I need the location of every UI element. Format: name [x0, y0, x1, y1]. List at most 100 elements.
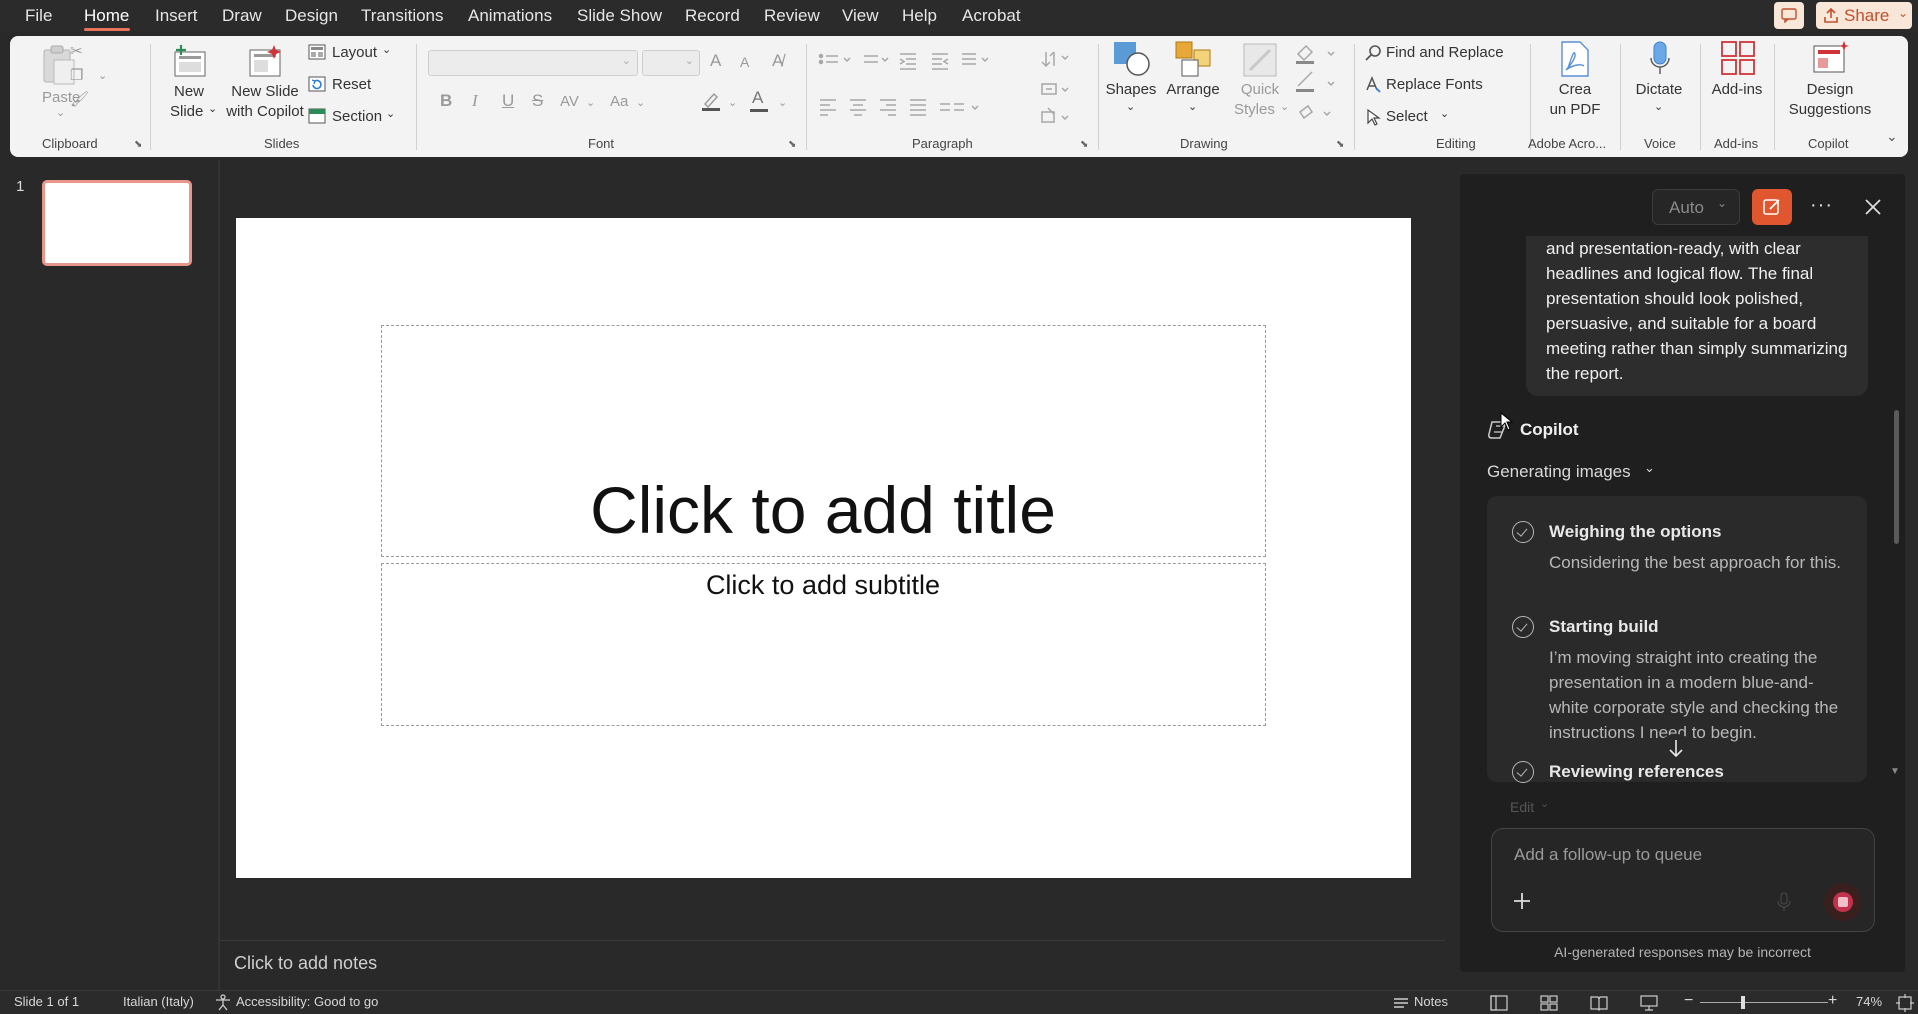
paragraph-controls[interactable] — [816, 50, 1066, 120]
menu-view[interactable]: View — [842, 6, 879, 26]
font-name-select[interactable]: ⌄ — [428, 50, 638, 76]
dictate-button[interactable]: Dictate ⌄ — [1624, 40, 1694, 126]
plus-icon[interactable] — [1512, 891, 1532, 911]
strikethrough-icon[interactable]: S — [532, 91, 543, 111]
follow-up-input-box[interactable]: Add a follow-up to queue — [1491, 828, 1875, 932]
accessibility-status[interactable]: Accessibility: Good to go — [236, 994, 378, 1009]
menu-record[interactable]: Record — [685, 6, 740, 26]
chevron-down-icon[interactable]: ⌄ — [728, 96, 737, 109]
stop-generating-button[interactable] — [1824, 883, 1862, 921]
chevron-down-icon: ⌄ — [386, 108, 396, 120]
dialog-launcher-icon[interactable]: ⬊ — [1336, 139, 1344, 150]
chevron-down-icon: ⌄ — [382, 44, 392, 56]
add-ins-button[interactable]: Add-ins — [1704, 40, 1770, 126]
zoom-level[interactable]: 74% — [1856, 994, 1882, 1009]
find-and-replace-button[interactable]: Find and Replace — [1364, 42, 1524, 64]
replace-fonts-button[interactable]: Replace Fonts — [1364, 74, 1524, 96]
slide-thumbnail[interactable] — [42, 180, 192, 266]
reading-view-icon[interactable] — [1590, 995, 1608, 1011]
slide-sorter-icon[interactable] — [1540, 995, 1558, 1011]
chevron-down-icon[interactable]: ⌄ — [1540, 797, 1549, 810]
chevron-down-icon[interactable]: ⌄ — [586, 96, 595, 109]
menu-file[interactable]: File — [25, 6, 52, 26]
chevron-down-icon[interactable]: ⌄ — [98, 68, 107, 84]
underline-icon[interactable]: U — [502, 91, 514, 111]
normal-view-icon[interactable] — [1490, 995, 1508, 1011]
format-painter-icon[interactable]: 🖌 — [70, 92, 89, 108]
notes-toggle[interactable]: Notes — [1414, 994, 1448, 1009]
bold-icon[interactable]: B — [440, 91, 452, 111]
grow-font-icon[interactable]: A — [710, 51, 721, 71]
more-options-icon[interactable]: ··· — [1810, 194, 1833, 217]
shape-format-controls[interactable] — [1294, 42, 1344, 128]
zoom-in-icon[interactable]: + — [1828, 992, 1837, 1010]
arrange-button[interactable]: Arrange ⌄ — [1162, 40, 1224, 126]
font-color-icon[interactable]: A — [752, 88, 763, 108]
italic-icon[interactable]: I — [472, 91, 478, 111]
mode-select[interactable]: Auto ⌄ — [1652, 189, 1740, 225]
new-chat-button[interactable] — [1752, 189, 1792, 225]
subtitle-placeholder[interactable]: Click to add subtitle — [381, 563, 1266, 726]
zoom-slider-track[interactable] — [1700, 1002, 1828, 1003]
dialog-launcher-icon[interactable]: ⬊ — [1080, 139, 1088, 150]
edit-label[interactable]: Edit — [1510, 799, 1534, 815]
quick-styles-button[interactable]: Quick Styles ⌄ — [1228, 40, 1292, 126]
paste-button[interactable]: Paste ⌄ — [26, 42, 96, 126]
menu-review[interactable]: Review — [764, 6, 820, 26]
scroll-down-arrow-icon[interactable]: ▼ — [1890, 766, 1900, 777]
chevron-down-icon[interactable]: ⌄ — [636, 96, 645, 109]
menu-design[interactable]: Design — [285, 6, 338, 26]
section-button[interactable]: Section ⌄ — [306, 106, 406, 128]
slide-canvas[interactable]: Click to add title Click to add subtitle — [236, 218, 1411, 878]
follow-up-input[interactable]: Add a follow-up to queue — [1514, 845, 1702, 865]
comments-button[interactable] — [1774, 2, 1804, 29]
share-button[interactable]: Share ⌄ — [1816, 2, 1912, 29]
menu-animations[interactable]: Animations — [468, 6, 552, 26]
notes-pane[interactable]: Click to add notes — [220, 940, 1445, 990]
highlight-icon[interactable] — [700, 90, 722, 112]
change-case-icon[interactable]: Aa — [610, 93, 628, 110]
create-pdf-button[interactable]: Crea un PDF — [1536, 40, 1614, 126]
zoom-out-icon[interactable]: − — [1684, 992, 1693, 1010]
design-suggestions-label-1: Design — [1806, 81, 1854, 98]
text-direction-controls[interactable] — [1040, 48, 1090, 128]
shrink-font-icon[interactable]: A — [740, 54, 749, 70]
menu-acrobat[interactable]: Acrobat — [962, 6, 1021, 26]
cut-icon[interactable]: ✂ — [70, 44, 83, 60]
slide-show-icon[interactable] — [1640, 994, 1658, 1011]
copilot-scrollbar-thumb[interactable] — [1894, 410, 1899, 544]
menu-insert[interactable]: Insert — [155, 6, 198, 26]
zoom-slider-thumb[interactable] — [1741, 996, 1745, 1009]
menu-slide-show[interactable]: Slide Show — [577, 6, 662, 26]
status-label: Generating images — [1487, 462, 1631, 481]
fit-to-window-icon[interactable] — [1896, 994, 1914, 1012]
layout-button[interactable]: Layout ⌄ — [306, 42, 406, 64]
accessibility-icon[interactable] — [214, 994, 232, 1011]
dialog-launcher-icon[interactable]: ⬊ — [788, 139, 796, 150]
chevron-down-icon[interactable]: ⌄ — [778, 96, 787, 109]
microphone-icon[interactable] — [1776, 891, 1792, 913]
clear-formatting-icon[interactable]: A̸ — [772, 51, 783, 71]
menu-transitions[interactable]: Transitions — [361, 6, 444, 26]
design-suggestions-button[interactable]: Design Suggestions — [1778, 40, 1882, 126]
title-placeholder[interactable]: Click to add title — [381, 325, 1266, 557]
menu-help[interactable]: Help — [902, 6, 937, 26]
collapse-ribbon-icon[interactable]: ⌄ — [1886, 128, 1898, 145]
menu-home[interactable]: Home — [84, 6, 129, 26]
font-size-select[interactable]: ⌄ — [642, 50, 700, 76]
new-slide-button[interactable]: New Slide ⌄ — [158, 42, 220, 126]
character-spacing-icon[interactable]: AV — [560, 93, 579, 110]
scroll-to-bottom-button[interactable] — [1658, 734, 1694, 764]
menu-draw[interactable]: Draw — [222, 6, 262, 26]
close-icon[interactable] — [1864, 198, 1882, 216]
language-indicator[interactable]: Italian (Italy) — [123, 994, 194, 1009]
new-slide-with-copilot-button[interactable]: New Slide with Copilot — [222, 42, 308, 126]
shapes-button[interactable]: Shapes ⌄ — [1104, 40, 1158, 126]
select-button[interactable]: Select ⌄ — [1364, 106, 1484, 128]
shapes-icon — [1114, 42, 1150, 76]
dialog-launcher-icon[interactable]: ⬊ — [134, 139, 142, 150]
notes-icon[interactable] — [1392, 996, 1410, 1010]
reset-button[interactable]: Reset — [306, 74, 406, 96]
status-toggle[interactable]: Generating images ⌄ — [1487, 460, 1687, 486]
copy-icon[interactable]: ❐ — [70, 68, 83, 84]
